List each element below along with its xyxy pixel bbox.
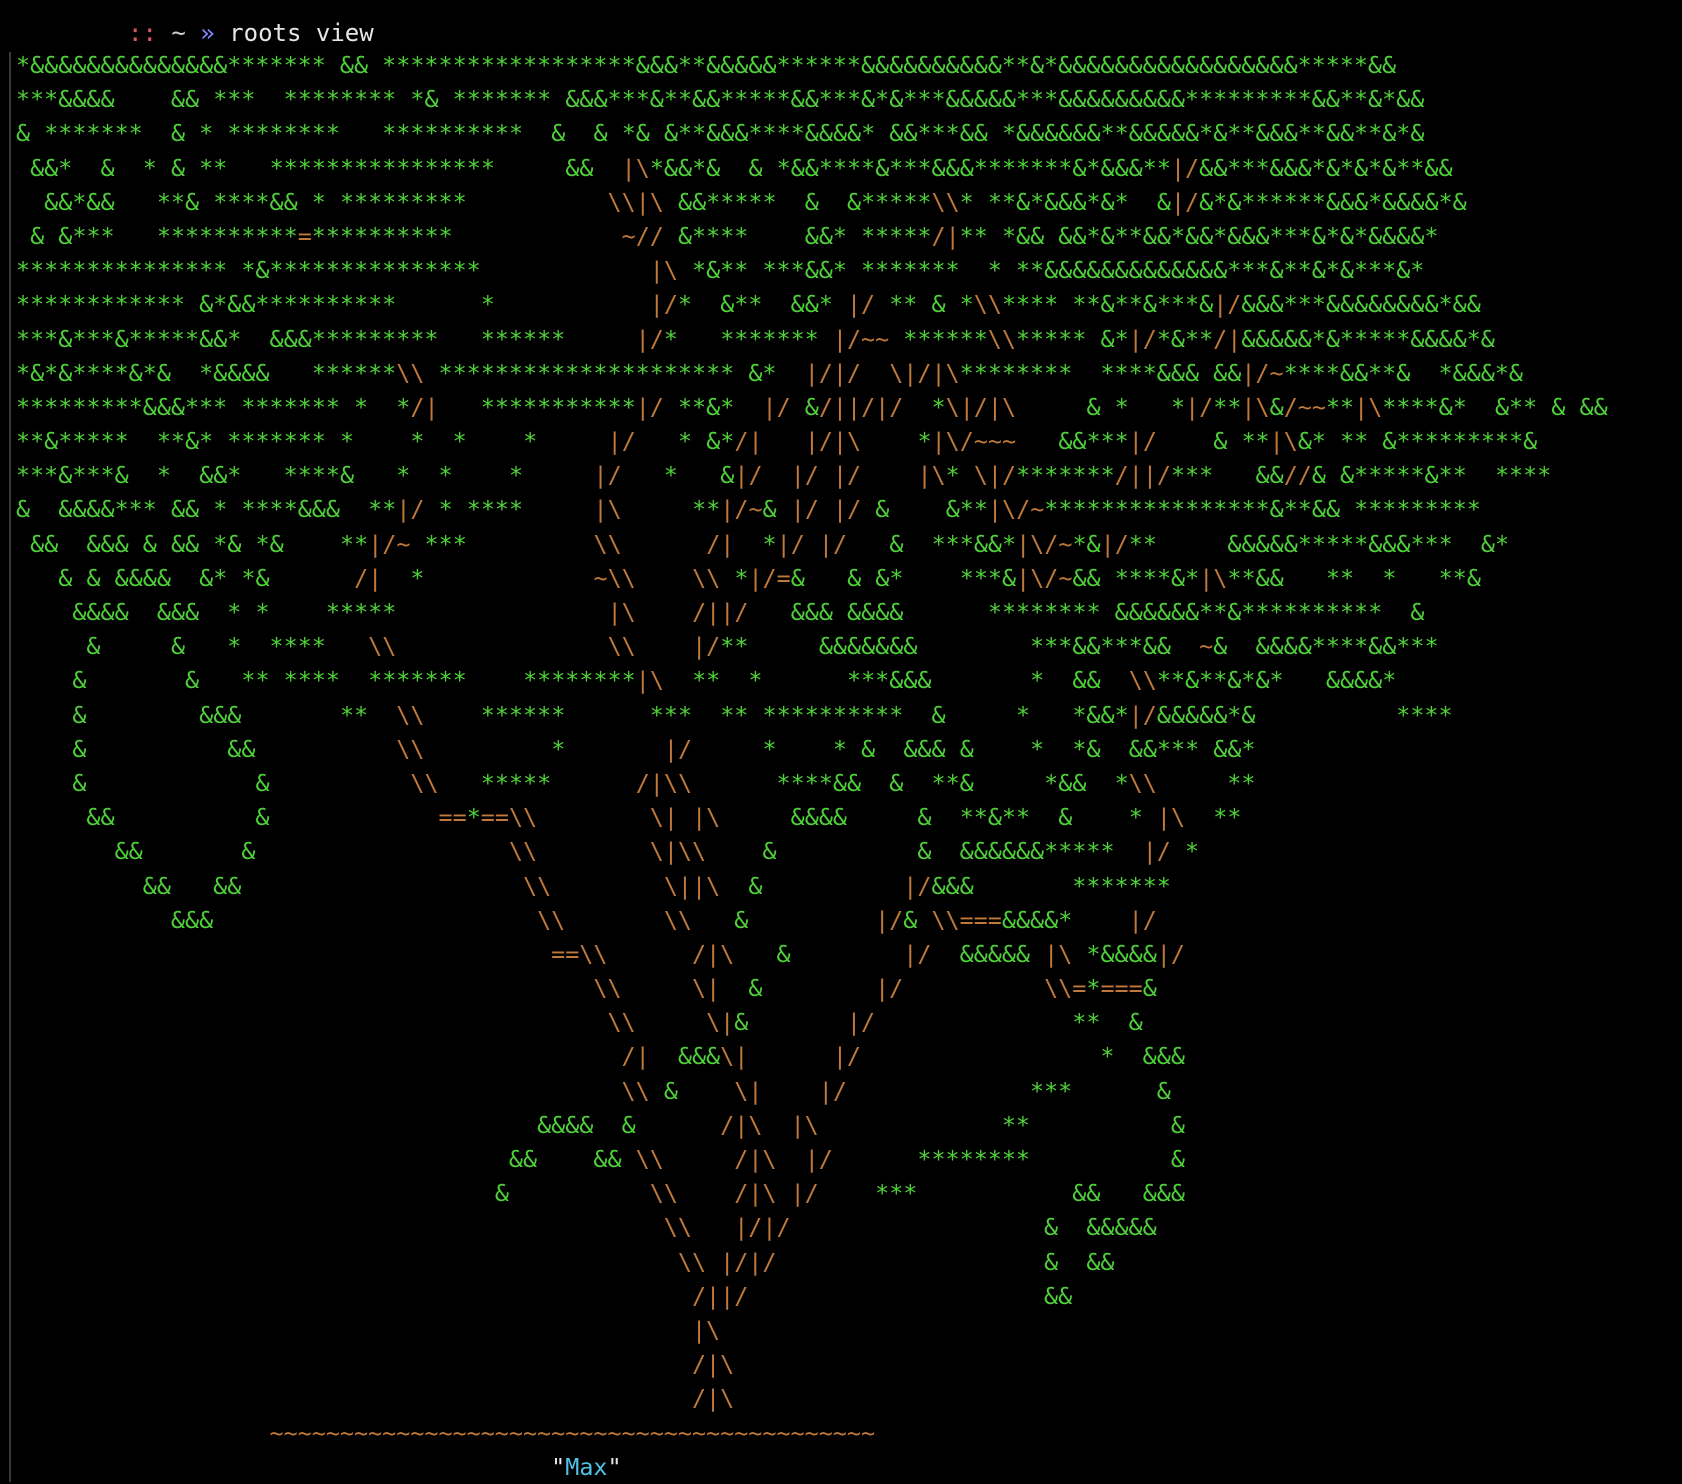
art-line-36: \\ |/|/ & && xyxy=(677,1247,1115,1276)
art-line-26: &&& \\ \\ & |/& \\===&&&&* |/ xyxy=(170,905,1157,934)
name-close-quote: " xyxy=(607,1452,622,1481)
art-line-17: &&&& &&& * * ***** |\ /||/ &&& &&&& ****… xyxy=(72,598,1425,626)
art-line-32: &&&& & /|\ |\ ** & xyxy=(537,1110,1185,1139)
art-line-18: & & * **** \\ \\ |/** &&&&&&& ***&&***&&… xyxy=(86,632,1439,661)
art-line-14: & &&&&*** && * ****&&& **|/ * **** |\ **… xyxy=(16,495,1481,524)
name-text: Max xyxy=(565,1452,608,1481)
art-line-6: & &*** **********=********** ~// &**** &… xyxy=(30,221,1439,250)
prompt-path: ~ xyxy=(171,19,186,47)
ascii-tree-art: *&&&&&&&&&&&&&&******* && **************… xyxy=(16,48,1608,1484)
art-line-37: /||/ && xyxy=(691,1281,1073,1310)
art-line-34: & \\ /|\ |/ *** && &&& xyxy=(494,1179,1185,1208)
tree-name: "Max" xyxy=(16,1450,1608,1484)
art-line-27: ==\\ /|\ & |/ &&&&& |\ *&&&&|/ xyxy=(551,939,1185,968)
art-line-20: & &&& ** \\ ****** *** ** ********** & *… xyxy=(72,700,1453,729)
name-open-quote: " xyxy=(551,1452,566,1481)
art-line-5: &&*&& **& ****&& * ********* \\|\ &&****… xyxy=(44,187,1467,216)
art-line-40: /|\ xyxy=(691,1384,735,1413)
art-line-15: && &&& & && *& *& **|/~ *** \\ /| *|/ |/… xyxy=(30,529,1510,558)
art-line-3: & ******* & * ******** ********** & & *&… xyxy=(16,119,1425,148)
terminal-left-border xyxy=(9,52,11,1482)
art-line-33: && && \\ /|\ |/ ******** & xyxy=(508,1145,1185,1173)
art-line-28: \\ \| & |/ \\=*===& xyxy=(593,974,1157,1003)
art-line-39: /|\ xyxy=(691,1350,735,1379)
art-line-19: & & ** **** ******* ********|\ ** * ***&… xyxy=(72,666,1397,695)
art-line-12: **&***** **&* ******* * * * * |/ * &*/| … xyxy=(16,427,1538,456)
art-line-10: *&*&****&*& *&&&& ******\\ *************… xyxy=(16,358,1523,387)
shell-prompt: :: ~ » roots view xyxy=(128,16,374,50)
art-line-7: *************** *&*************** |\ *&*… xyxy=(16,256,1425,285)
terminal-window[interactable]: :: ~ » roots view *&&&&&&&&&&&&&&*******… xyxy=(0,0,1682,1482)
art-line-8: ************ &*&&********** * |/* &** &&… xyxy=(16,290,1481,319)
art-line-11: *********&&&*** ******* * */| **********… xyxy=(16,392,1608,421)
art-line-13: ***&***& * &&* ****& * * * |/ * &|/ |/ |… xyxy=(16,461,1552,490)
art-line-31: \\ & \| |/ *** & xyxy=(621,1076,1171,1105)
art-line-9: ***&***&*****&&* &&&********* ****** |/*… xyxy=(16,324,1495,353)
prompt-separator: :: xyxy=(128,19,157,47)
art-line-24: && & \\ \|\\ & & &&&&&&***** |/ * xyxy=(114,837,1200,866)
art-line-30: /| &&&\| |/ * &&& xyxy=(621,1042,1185,1071)
art-line-16: & & &&&& &* *& /| * ~\\ \\ *|/=& & &* **… xyxy=(58,563,1481,592)
art-line-22: & & \\ ***** /|\\ ****&& & **& *&& *\\ *… xyxy=(72,768,1256,797)
art-line-1: *&&&&&&&&&&&&&&******* && **************… xyxy=(16,51,1397,79)
art-line-38: |\ xyxy=(691,1315,721,1344)
prompt-command: roots view xyxy=(229,19,374,47)
art-line-29: \\ \|& |/ ** & xyxy=(607,1008,1143,1037)
ground-line: ~~~~~~~~~~~~~~~~~~~~~~~~~~~~~~~~~~~~~~~~… xyxy=(269,1418,876,1447)
art-line-2: ***&&&& && *** ******** *& ******* &&&**… xyxy=(16,85,1425,114)
art-line-4: &&* & * & ** **************** && |\*&&*&… xyxy=(30,153,1453,182)
prompt-arrow: » xyxy=(200,19,215,47)
art-line-35: \\ |/|/ & &&&&& xyxy=(663,1213,1157,1242)
art-line-23: && & ==*==\\ \| |\ &&&& & **&** & * |\ *… xyxy=(86,803,1242,832)
art-line-25: && && \\ \||\ & |/&&& ******* xyxy=(142,871,1171,900)
art-line-21: & && \\ * |/ * * & &&& & * *& &&*** &&* xyxy=(72,734,1256,763)
